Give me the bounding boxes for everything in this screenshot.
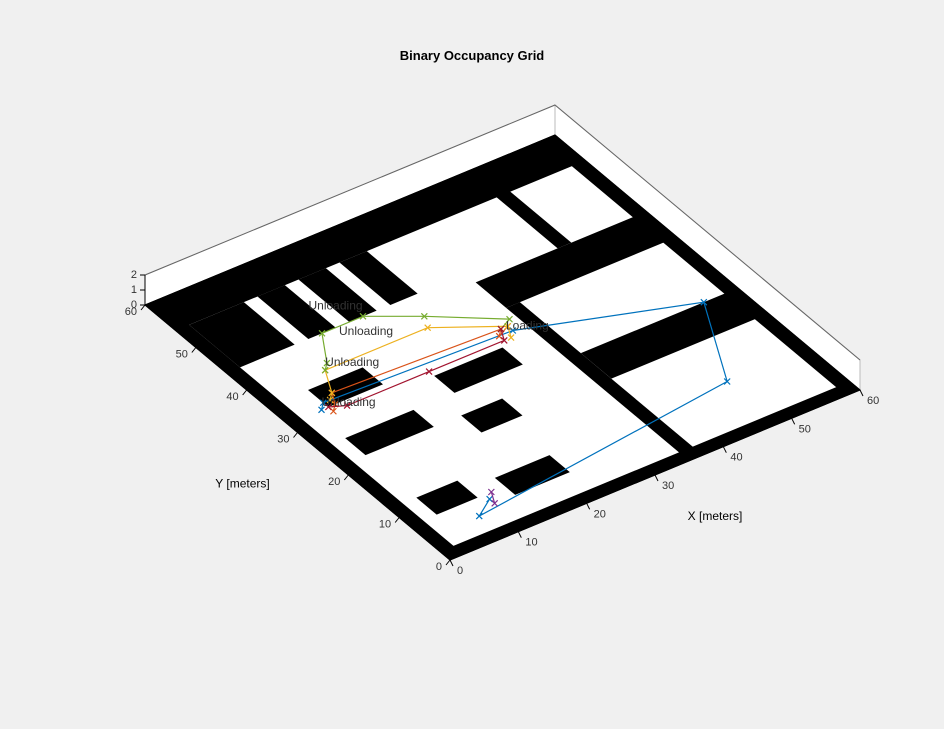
map-annotation: Unloading — [339, 324, 393, 338]
svg-text:10: 10 — [379, 519, 391, 531]
map-annotation: Loading — [506, 318, 549, 332]
axes-svg: 01020304050600102030405060012X [meters]Y… — [70, 40, 890, 680]
axes-3d[interactable]: 01020304050600102030405060012X [meters]Y… — [70, 40, 890, 680]
svg-text:X [meters]: X [meters] — [688, 509, 743, 523]
svg-text:20: 20 — [328, 476, 340, 488]
svg-text:50: 50 — [176, 349, 188, 361]
svg-text:0: 0 — [436, 561, 442, 573]
svg-text:40: 40 — [730, 452, 742, 464]
map-annotation: Unloading — [309, 299, 363, 313]
map-annotation: Unloading — [322, 395, 376, 409]
svg-text:Y [meters]: Y [meters] — [215, 477, 269, 491]
svg-text:20: 20 — [594, 508, 606, 520]
svg-text:40: 40 — [226, 391, 238, 403]
svg-text:10: 10 — [525, 537, 537, 549]
svg-text:30: 30 — [662, 480, 674, 492]
svg-text:2: 2 — [131, 269, 137, 281]
svg-text:60: 60 — [867, 395, 879, 407]
svg-text:50: 50 — [799, 423, 811, 435]
svg-text:0: 0 — [131, 299, 137, 311]
map-annotation: Unloading — [325, 355, 379, 369]
svg-text:0: 0 — [457, 565, 463, 577]
matlab-figure: Binary Occupancy Grid 010203040506001020… — [0, 0, 944, 729]
svg-text:30: 30 — [277, 434, 289, 446]
svg-text:1: 1 — [131, 284, 137, 296]
